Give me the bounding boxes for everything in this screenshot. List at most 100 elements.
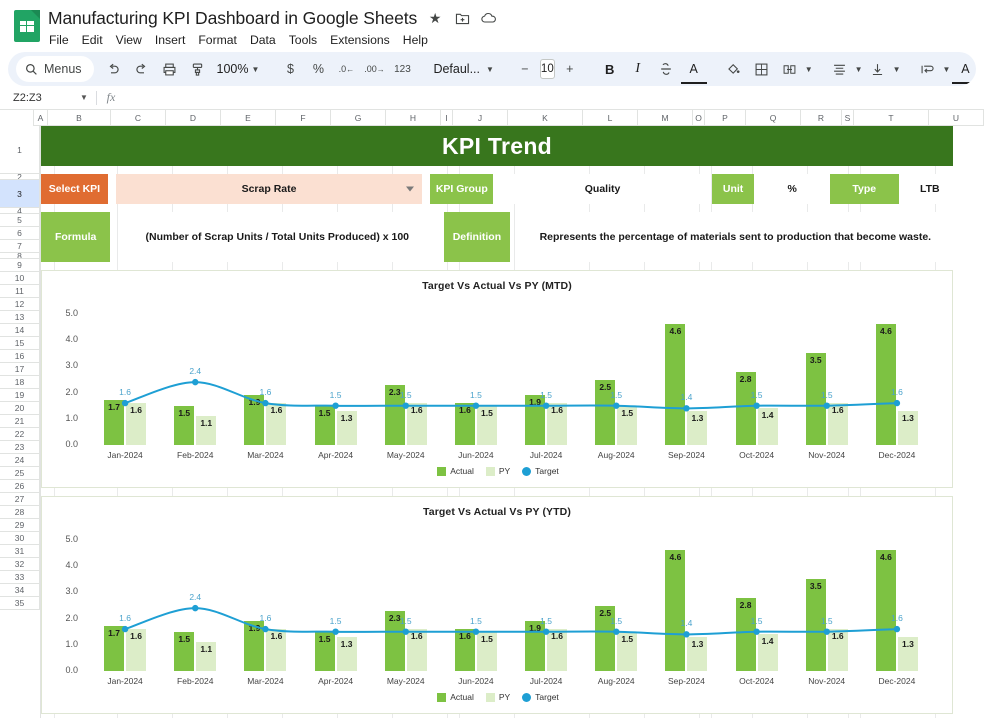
- row-header-21[interactable]: 21: [0, 415, 40, 428]
- menu-data[interactable]: Data: [250, 33, 276, 47]
- increase-font-size-button[interactable]: +: [557, 56, 583, 82]
- row-header-15[interactable]: 15: [0, 337, 40, 350]
- chevron-down-icon-kpi[interactable]: [406, 186, 415, 192]
- legend-py[interactable]: PY: [485, 466, 510, 476]
- row-header-16[interactable]: 16: [0, 350, 40, 363]
- column-header-I[interactable]: I: [441, 110, 453, 126]
- halign-chevron-icon[interactable]: ▼: [855, 65, 863, 74]
- row-header-24[interactable]: 24: [0, 454, 40, 467]
- column-header-P[interactable]: P: [705, 110, 746, 126]
- column-header-K[interactable]: K: [508, 110, 583, 126]
- row-header-12[interactable]: 12: [0, 298, 40, 311]
- chart-mtd[interactable]: Target Vs Actual Vs PY (MTD) 0.0 1.0 2.0 3.…: [41, 270, 953, 488]
- column-header-U[interactable]: U: [929, 110, 984, 126]
- italic-button[interactable]: I: [625, 56, 651, 82]
- column-header-R[interactable]: R: [801, 110, 842, 126]
- row-header-32[interactable]: 32: [0, 558, 40, 571]
- row-header-29[interactable]: 29: [0, 519, 40, 532]
- column-header-G[interactable]: G: [331, 110, 386, 126]
- decrease-decimal-button[interactable]: .0 ←: [333, 56, 359, 82]
- star-icon[interactable]: ★: [426, 9, 444, 27]
- row-header-25[interactable]: 25: [0, 467, 40, 480]
- fill-color-icon[interactable]: [721, 56, 747, 82]
- row-header-34[interactable]: 34: [0, 584, 40, 597]
- vertical-align-icon[interactable]: [865, 56, 891, 82]
- column-header-S[interactable]: S: [842, 110, 854, 126]
- text-rotation-icon[interactable]: A: [952, 56, 976, 84]
- name-box[interactable]: Z2:Z3: [0, 92, 72, 104]
- redo-button[interactable]: [129, 56, 155, 82]
- row-header-3[interactable]: 3: [0, 180, 40, 208]
- column-header-F[interactable]: F: [276, 110, 331, 126]
- percent-format-button[interactable]: %: [305, 56, 331, 82]
- row-header-28[interactable]: 28: [0, 506, 40, 519]
- print-icon[interactable]: [157, 56, 183, 82]
- sheet-canvas[interactable]: KPI Trend Select KPI Scrap Rate KPI Grou…: [40, 126, 984, 718]
- menu-file[interactable]: File: [49, 33, 69, 47]
- menu-extensions[interactable]: Extensions: [330, 33, 390, 47]
- column-header-E[interactable]: E: [221, 110, 276, 126]
- row-header-1[interactable]: 1: [0, 126, 40, 174]
- menu-edit[interactable]: Edit: [82, 33, 103, 47]
- row-header-19[interactable]: 19: [0, 389, 40, 402]
- currency-format-button[interactable]: $: [277, 56, 303, 82]
- row-header-33[interactable]: 33: [0, 571, 40, 584]
- valign-chevron-icon[interactable]: ▼: [893, 65, 901, 74]
- text-color-button[interactable]: A: [680, 56, 707, 84]
- column-header-Q[interactable]: Q: [746, 110, 801, 126]
- strikethrough-icon[interactable]: [653, 56, 679, 82]
- move-to-folder-icon[interactable]: [453, 9, 471, 27]
- row-header-18[interactable]: 18: [0, 376, 40, 389]
- horizontal-align-icon[interactable]: [827, 56, 853, 82]
- font-family-select[interactable]: Defaul... ▼: [429, 62, 497, 76]
- menu-view[interactable]: View: [116, 33, 142, 47]
- borders-icon[interactable]: [749, 56, 775, 82]
- legend-target[interactable]: Target: [522, 466, 559, 476]
- cloud-saved-icon[interactable]: [480, 9, 498, 27]
- row-header-9[interactable]: 9: [0, 259, 40, 272]
- row-header-26[interactable]: 26: [0, 480, 40, 493]
- zoom-select[interactable]: 100% ▼: [213, 62, 264, 76]
- column-header-T[interactable]: T: [854, 110, 929, 126]
- menus-search-button[interactable]: Menus: [16, 56, 94, 82]
- row-header-11[interactable]: 11: [0, 285, 40, 298]
- menu-help[interactable]: Help: [403, 33, 428, 47]
- select-all-corner[interactable]: [0, 110, 34, 126]
- row-header-6[interactable]: 6: [0, 227, 40, 240]
- column-header-H[interactable]: H: [386, 110, 441, 126]
- column-header-A[interactable]: A: [34, 110, 48, 126]
- menu-tools[interactable]: Tools: [289, 33, 317, 47]
- column-header-B[interactable]: B: [48, 110, 111, 126]
- font-size-input[interactable]: 10: [539, 59, 555, 79]
- row-header-27[interactable]: 27: [0, 493, 40, 506]
- text-wrap-icon[interactable]: [914, 56, 940, 82]
- row-header-10[interactable]: 10: [0, 272, 40, 285]
- more-formats-button[interactable]: 123: [389, 56, 415, 82]
- paint-format-icon[interactable]: [185, 56, 211, 82]
- row-header-31[interactable]: 31: [0, 545, 40, 558]
- increase-decimal-button[interactable]: .00 →: [361, 56, 387, 82]
- column-header-D[interactable]: D: [166, 110, 221, 126]
- column-header-C[interactable]: C: [111, 110, 166, 126]
- row-header-5[interactable]: 5: [0, 214, 40, 227]
- row-header-22[interactable]: 22: [0, 428, 40, 441]
- document-title[interactable]: Manufacturing KPI Dashboard in Google Sh…: [48, 8, 417, 29]
- decrease-font-size-button[interactable]: −: [512, 56, 538, 82]
- row-header-14[interactable]: 14: [0, 324, 40, 337]
- row-header-20[interactable]: 20: [0, 402, 40, 415]
- column-header-L[interactable]: L: [583, 110, 638, 126]
- row-header-23[interactable]: 23: [0, 441, 40, 454]
- column-header-M[interactable]: M: [638, 110, 693, 126]
- undo-button[interactable]: [101, 56, 127, 82]
- row-header-13[interactable]: 13: [0, 311, 40, 324]
- bold-button[interactable]: B: [597, 56, 623, 82]
- row-header-35[interactable]: 35: [0, 597, 40, 610]
- legend-actual[interactable]: Actual: [437, 466, 474, 476]
- select-kpi-dropdown[interactable]: Scrap Rate: [115, 174, 423, 204]
- menu-insert[interactable]: Insert: [155, 33, 185, 47]
- row-header-17[interactable]: 17: [0, 363, 40, 376]
- column-header-O[interactable]: O: [693, 110, 705, 126]
- chart-ytd[interactable]: Target Vs Actual Vs PY (YTD) 0.0 1.0 2.0 3.…: [41, 496, 953, 714]
- legend-py[interactable]: PY: [485, 692, 510, 702]
- row-header-30[interactable]: 30: [0, 532, 40, 545]
